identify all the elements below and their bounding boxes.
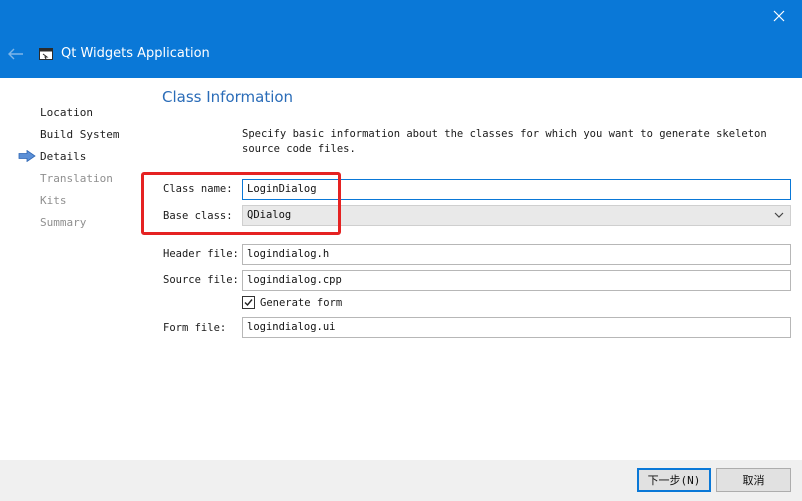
- annotation-highlight: [141, 172, 341, 235]
- page-title: Class Information: [162, 88, 294, 106]
- close-icon: [773, 10, 785, 22]
- intro-text: Specify basic information about the clas…: [242, 128, 767, 155]
- source-file-value: logindialog.cpp: [247, 274, 342, 286]
- header-file-input[interactable]: logindialog.h: [242, 244, 791, 265]
- generate-form-label[interactable]: Generate form: [260, 297, 342, 309]
- back-arrow-icon: [8, 48, 23, 60]
- close-button[interactable]: [756, 0, 802, 32]
- cancel-button[interactable]: 取消: [716, 468, 791, 492]
- button-bar: 下一步(N) 取消: [0, 460, 802, 501]
- step-location: Location: [40, 106, 93, 119]
- source-file-label: Source file:: [163, 274, 239, 286]
- step-build-system: Build System: [40, 128, 120, 141]
- form-file-label: Form file:: [163, 322, 227, 334]
- title-bar: Qt Widgets Application: [0, 0, 802, 78]
- step-translation: Translation: [40, 172, 113, 185]
- form-file-input[interactable]: logindialog.ui: [242, 317, 791, 338]
- header-file-value: logindialog.h: [247, 248, 330, 260]
- step-summary: Summary: [40, 216, 87, 229]
- step-kits: Kits: [40, 194, 67, 207]
- window-title: Qt Widgets Application: [61, 46, 210, 61]
- chevron-down-icon: [774, 212, 784, 218]
- form-file-value: logindialog.ui: [247, 321, 336, 333]
- header-file-label: Header file:: [163, 248, 239, 260]
- next-button[interactable]: 下一步(N): [637, 468, 711, 492]
- source-file-input[interactable]: logindialog.cpp: [242, 270, 791, 291]
- generate-form-checkbox[interactable]: [242, 296, 255, 309]
- step-details: Details: [40, 150, 87, 163]
- back-button[interactable]: [2, 40, 30, 68]
- checkmark-icon: [244, 299, 253, 307]
- qt-app-icon: [39, 48, 53, 60]
- current-step-arrow-icon: [18, 150, 36, 162]
